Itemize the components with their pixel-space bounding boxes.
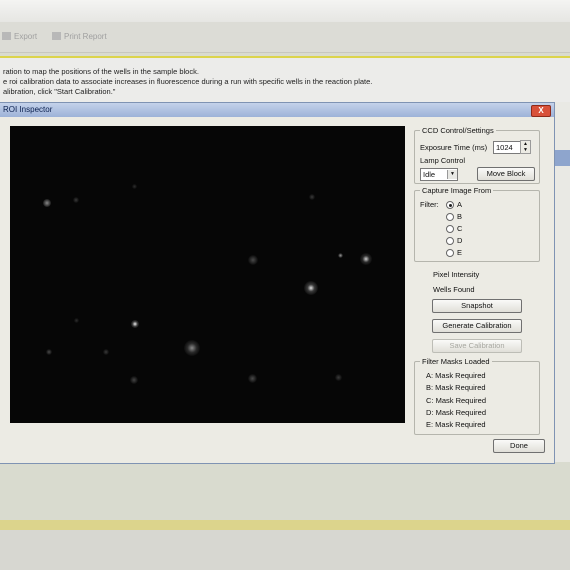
filter-radio-b[interactable] [446,213,454,221]
well-spot [360,253,372,265]
lamp-control-select[interactable]: Idle ▼ [420,168,458,181]
toolbar-print-report[interactable]: Print Report [52,32,107,41]
print-icon [52,32,61,40]
ccd-image-view[interactable] [10,126,405,423]
filter-radio-d[interactable] [446,237,454,245]
close-icon: X [538,106,544,115]
filter-masks-label: Filter Masks Loaded [420,357,492,366]
dialog-title: ROI Inspector [3,105,53,114]
well-spot [130,376,138,384]
filter-radio-a[interactable] [446,201,454,209]
main-toolbar: Export Print Report [0,22,570,53]
dialog-titlebar[interactable]: ROI Inspector X [0,103,554,117]
well-spot [46,349,52,355]
well-spot [131,320,139,328]
exposure-label: Exposure Time (ms) [420,143,488,152]
background-window-header [554,150,570,166]
filter-radio-e[interactable] [446,249,454,257]
well-spot [335,374,342,381]
toolbar-export[interactable]: Export [2,32,37,41]
mask-status-e: E: Mask Required [426,420,486,429]
generate-calibration-button[interactable]: Generate Calibration [432,319,522,333]
filter-option-a: A [457,200,463,209]
mask-status-d: D: Mask Required [426,408,487,417]
exposure-spinner[interactable]: ▲ ▼ [520,140,531,154]
well-spot [132,184,137,189]
well-spot [74,318,79,323]
bottom-accent-bar [0,520,570,530]
instructions-panel: ration to map the positions of the wells… [0,56,570,104]
filter-option-d: D [457,236,463,245]
bottom-panel [0,530,570,570]
mask-status-c: C: Mask Required [426,396,487,405]
mask-status-a: A: Mask Required [426,371,486,380]
done-button[interactable]: Done [493,439,545,453]
move-block-button[interactable]: Move Block [477,167,535,181]
save-calibration-button[interactable]: Save Calibration [432,339,522,353]
ccd-control-label: CCD Control/Settings [420,126,496,135]
filter-option-b: B [457,212,463,221]
well-spot [248,374,257,383]
export-icon [2,32,11,40]
well-spot [309,194,315,200]
filter-masks-group: Filter Masks Loaded A: Mask Required B: … [414,357,540,435]
ccd-control-group: CCD Control/Settings Exposure Time (ms) … [414,126,540,184]
filter-label: Filter: [420,200,439,209]
instruction-line-3: alibration, click "Start Calibration." [3,87,116,96]
pixel-intensity-label: Pixel Intensity [433,270,480,279]
well-spot [248,255,258,265]
capture-image-label: Capture Image From [420,186,494,195]
monitor-bezel [0,0,570,22]
mask-status-b: B: Mask Required [426,383,486,392]
well-spot [184,340,200,356]
well-spot [73,197,79,203]
filter-radio-c[interactable] [446,225,454,233]
chevron-down-icon: ▼ [447,170,457,179]
well-spot [338,253,343,258]
filter-option-c: C [457,224,463,233]
instruction-line-2: e roi calibration data to associate incr… [3,77,373,86]
snapshot-button[interactable]: Snapshot [432,299,522,313]
lamp-control-label: Lamp Control [420,156,466,165]
well-spot [103,349,109,355]
well-spot [304,281,318,295]
filter-option-e: E [457,248,463,257]
instruction-line-1: ration to map the positions of the wells… [3,67,199,76]
capture-image-group: Capture Image From Filter: A B C D E [414,186,540,262]
well-spot [43,199,51,207]
close-button[interactable]: X [531,105,551,117]
roi-inspector-dialog: ROI Inspector X CCD Control/Settings Exp… [0,102,555,464]
wells-found-label: Wells Found [433,285,475,294]
exposure-input[interactable]: 1024 [493,141,521,154]
